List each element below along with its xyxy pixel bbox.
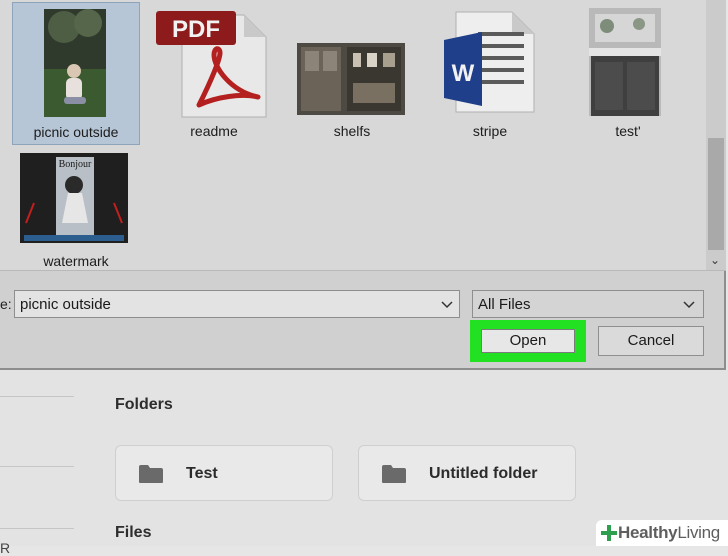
file-tile-stripe[interactable]: W stripe bbox=[426, 2, 554, 145]
open-button[interactable]: Open bbox=[481, 329, 575, 353]
cut-off-text: R bbox=[0, 540, 11, 556]
folders-heading: Folders bbox=[115, 396, 173, 413]
word-file-icon: W bbox=[444, 11, 535, 113]
file-name: watermark bbox=[43, 253, 109, 269]
file-type-value: All Files bbox=[478, 296, 531, 313]
chevron-down-icon[interactable] bbox=[439, 296, 455, 312]
files-heading: Files bbox=[115, 524, 152, 541]
file-name: stripe bbox=[472, 123, 508, 139]
brand-watermark: HealthyLiving bbox=[596, 520, 728, 546]
brand-text-part1: Healthy bbox=[618, 523, 678, 542]
file-name-label: e: bbox=[0, 296, 12, 312]
file-tile-test[interactable]: test' bbox=[564, 2, 692, 145]
file-name: picnic outside bbox=[33, 124, 119, 140]
folder-name: Untitled folder bbox=[429, 465, 538, 482]
image-thumbnail bbox=[297, 43, 405, 115]
file-tile-picnic-outside[interactable]: picnic outside bbox=[12, 2, 140, 145]
cancel-button[interactable]: Cancel bbox=[598, 326, 704, 356]
file-name: shelfs bbox=[333, 123, 371, 139]
file-name: readme bbox=[190, 123, 238, 139]
folder-card-test[interactable]: Test bbox=[115, 445, 333, 501]
image-thumbnail bbox=[589, 8, 661, 116]
file-name-value: picnic outside bbox=[20, 296, 111, 313]
left-divider bbox=[0, 528, 74, 529]
image-thumbnail: Bonjour bbox=[20, 153, 128, 243]
scroll-down-icon[interactable]: ⌄ bbox=[710, 254, 720, 266]
thumb-caption-text: Bonjour bbox=[59, 159, 92, 170]
folder-name: Test bbox=[186, 465, 218, 482]
file-tile-shelfs[interactable]: shelfs bbox=[288, 2, 416, 145]
folder-icon bbox=[139, 465, 163, 483]
folder-card-untitled[interactable]: Untitled folder bbox=[358, 445, 576, 501]
file-name-input[interactable]: picnic outside bbox=[14, 290, 460, 318]
pane-divider bbox=[0, 270, 726, 271]
file-list-pane: picnic outside PDF readme shelfs W strip… bbox=[0, 0, 706, 270]
file-open-dialog: picnic outside PDF readme shelfs W strip… bbox=[0, 0, 726, 370]
image-thumbnail bbox=[44, 9, 106, 117]
left-divider bbox=[0, 466, 74, 467]
chevron-down-icon bbox=[683, 301, 695, 309]
file-tile-readme[interactable]: PDF readme bbox=[150, 2, 278, 145]
file-type-select[interactable]: All Files bbox=[472, 290, 704, 318]
file-name: test' bbox=[615, 123, 641, 139]
scrollbar-thumb[interactable] bbox=[708, 138, 724, 250]
brand-text-part2: Living bbox=[677, 523, 720, 542]
left-divider bbox=[0, 396, 74, 397]
pdf-badge-text: PDF bbox=[172, 16, 220, 43]
folder-icon bbox=[382, 465, 406, 483]
plus-icon bbox=[601, 525, 617, 541]
vertical-scrollbar[interactable]: ⌄ bbox=[706, 0, 726, 270]
word-badge-text: W bbox=[452, 60, 475, 87]
pdf-file-icon: PDF bbox=[156, 11, 267, 118]
brand-text: HealthyLiving bbox=[618, 523, 720, 543]
file-tile-watermark[interactable]: Bonjour watermark bbox=[12, 148, 140, 270]
